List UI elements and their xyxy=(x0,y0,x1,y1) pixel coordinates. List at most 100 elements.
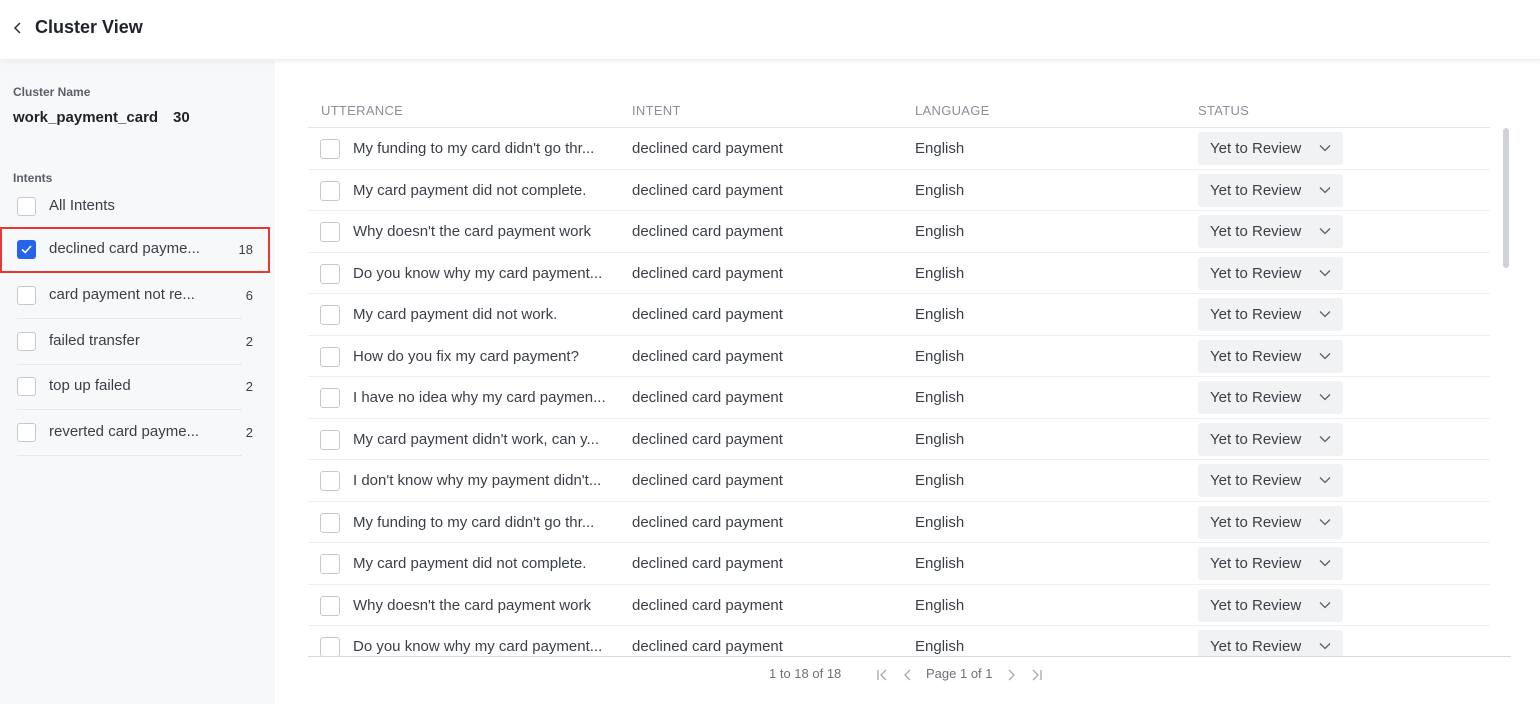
chevron-down-icon xyxy=(1319,145,1331,152)
intent-label: reverted card payme... xyxy=(49,423,200,440)
intent-count: 18 xyxy=(238,242,253,257)
intent-item[interactable]: card payment not re... 6 xyxy=(0,273,270,319)
page-indicator: Page 1 of 1 xyxy=(926,666,993,681)
intent-checkbox[interactable] xyxy=(17,332,36,351)
row-checkbox[interactable] xyxy=(320,388,340,408)
first-page-icon[interactable] xyxy=(876,668,890,681)
intent-label: All Intents xyxy=(49,197,115,214)
status-dropdown[interactable]: Yet to Review xyxy=(1198,464,1343,497)
chevron-down-icon xyxy=(1319,560,1331,567)
table-row[interactable]: My card payment did not work. declined ca… xyxy=(308,294,1490,336)
table-row[interactable]: I have no idea why my card paymen... decl… xyxy=(308,377,1490,419)
language-cell: English xyxy=(915,181,965,199)
language-cell: English xyxy=(915,306,965,323)
table-row[interactable]: I don't know why my payment didn't... dec… xyxy=(308,460,1490,502)
status-dropdown[interactable]: Yet to Review xyxy=(1198,215,1343,248)
table-row[interactable]: Do you know why my card payment... declin… xyxy=(308,626,1490,657)
status-value: Yet to Review xyxy=(1210,181,1302,199)
intent-item[interactable]: top up failed 2 xyxy=(0,364,270,410)
cluster-name-label: Cluster Name xyxy=(13,85,91,99)
status-value: Yet to Review xyxy=(1210,513,1302,531)
cluster-name: work_payment_card xyxy=(13,109,159,126)
table-row[interactable]: My card payment did not complete. decline… xyxy=(308,170,1490,211)
utterance-cell: Do you know why my card payment... xyxy=(353,264,603,282)
language-cell: English xyxy=(915,223,965,240)
table-row[interactable]: Why doesn't the card payment work decline… xyxy=(308,585,1490,626)
row-checkbox[interactable] xyxy=(320,554,340,574)
status-value: Yet to Review xyxy=(1210,264,1302,282)
utterance-cell: How do you fix my card payment? xyxy=(353,347,579,365)
intent-checkbox[interactable] xyxy=(17,286,36,305)
status-dropdown[interactable]: Yet to Review xyxy=(1198,505,1343,539)
status-dropdown[interactable]: Yet to Review xyxy=(1198,630,1343,657)
chevron-down-icon xyxy=(1319,601,1331,608)
intent-item[interactable]: declined card payme... 18 xyxy=(0,227,270,273)
last-page-icon[interactable] xyxy=(1029,668,1043,681)
row-checkbox[interactable] xyxy=(320,637,340,657)
status-dropdown[interactable]: Yet to Review xyxy=(1198,132,1343,165)
table-row[interactable]: My card payment didn't work, can y... dec… xyxy=(308,419,1490,460)
top-bar: Cluster View xyxy=(0,0,1540,60)
intent-item[interactable]: failed transfer 2 xyxy=(0,319,270,365)
status-dropdown[interactable]: Yet to Review xyxy=(1198,588,1343,622)
intent-checkbox[interactable] xyxy=(17,423,36,442)
chevron-down-icon xyxy=(1319,435,1331,442)
row-checkbox[interactable] xyxy=(320,512,340,533)
row-checkbox[interactable] xyxy=(320,346,340,367)
status-dropdown[interactable]: Yet to Review xyxy=(1198,381,1343,414)
row-checkbox[interactable] xyxy=(320,595,340,616)
row-checkbox[interactable] xyxy=(320,222,340,242)
row-checkbox[interactable] xyxy=(320,180,340,201)
status-dropdown[interactable]: Yet to Review xyxy=(1198,339,1343,373)
language-cell: English xyxy=(915,264,965,282)
page-title: Cluster View xyxy=(35,17,143,37)
row-checkbox[interactable] xyxy=(320,471,340,491)
column-header-status[interactable]: STATUS xyxy=(1198,103,1249,118)
intent-cell: declined card payment xyxy=(632,389,783,406)
intent-cell: declined card payment xyxy=(632,140,783,157)
table-row[interactable]: My card payment did not complete. decline… xyxy=(308,543,1490,585)
row-checkbox[interactable] xyxy=(320,263,340,284)
table-row[interactable]: How do you fix my card payment? declined … xyxy=(308,336,1490,377)
column-header-language[interactable]: LANGUAGE xyxy=(915,103,990,118)
row-checkbox[interactable] xyxy=(320,305,340,325)
table-scrollbar[interactable] xyxy=(1503,128,1509,268)
status-value: Yet to Review xyxy=(1210,638,1302,655)
intent-checkbox[interactable] xyxy=(17,197,36,216)
back-button[interactable] xyxy=(8,18,28,38)
utterance-cell: My card payment did not complete. xyxy=(353,555,587,572)
row-checkbox[interactable] xyxy=(320,139,340,159)
status-dropdown[interactable]: Yet to Review xyxy=(1198,422,1343,456)
row-checkbox[interactable] xyxy=(320,429,340,450)
table-row[interactable]: My funding to my card didn't go thr... de… xyxy=(308,128,1490,170)
previous-page-icon[interactable] xyxy=(901,668,915,681)
table-body[interactable]: My funding to my card didn't go thr... de… xyxy=(308,128,1490,657)
column-header-intent[interactable]: INTENT xyxy=(632,103,681,118)
status-dropdown[interactable]: Yet to Review xyxy=(1198,173,1343,207)
intent-item[interactable]: All Intents xyxy=(0,184,270,230)
next-page-icon[interactable] xyxy=(1004,668,1018,681)
intent-cell: declined card payment xyxy=(632,472,783,489)
language-cell: English xyxy=(915,430,965,448)
table-row[interactable]: Why doesn't the card payment work decline… xyxy=(308,211,1490,253)
status-value: Yet to Review xyxy=(1210,472,1302,489)
intent-cell: declined card payment xyxy=(632,223,783,240)
intent-cell: declined card payment xyxy=(632,555,783,572)
intent-checkbox[interactable] xyxy=(17,377,36,396)
language-cell: English xyxy=(915,513,965,531)
intent-cell: declined card payment xyxy=(632,513,783,531)
intent-item[interactable]: reverted card payme... 2 xyxy=(0,410,270,456)
intent-divider xyxy=(17,455,242,456)
utterance-cell: Why doesn't the card payment work xyxy=(353,223,591,240)
status-value: Yet to Review xyxy=(1210,347,1302,365)
status-dropdown[interactable]: Yet to Review xyxy=(1198,547,1343,580)
utterance-cell: My funding to my card didn't go thr... xyxy=(353,140,595,157)
status-dropdown[interactable]: Yet to Review xyxy=(1198,298,1343,331)
chevron-down-icon xyxy=(1319,186,1331,193)
intent-checkbox-checked[interactable] xyxy=(17,240,36,259)
intent-count: 2 xyxy=(245,425,253,440)
table-row[interactable]: Do you know why my card payment... declin… xyxy=(308,253,1490,294)
status-dropdown[interactable]: Yet to Review xyxy=(1198,256,1343,290)
column-header-utterance[interactable]: UTTERANCE xyxy=(321,103,403,118)
table-row[interactable]: My funding to my card didn't go thr... de… xyxy=(308,502,1490,543)
